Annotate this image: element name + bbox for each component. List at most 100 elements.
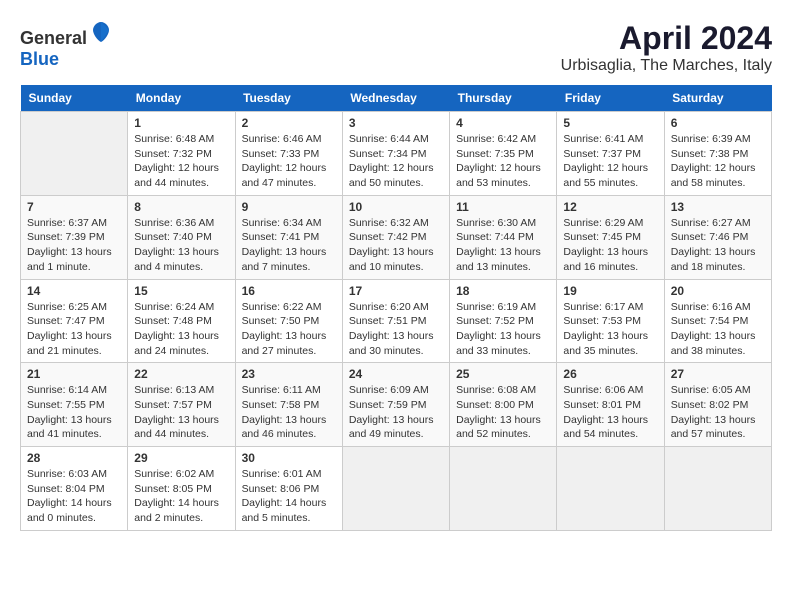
calendar-cell xyxy=(557,447,664,531)
day-info: Sunrise: 6:19 AM Sunset: 7:52 PM Dayligh… xyxy=(456,300,550,359)
calendar-cell: 16 Sunrise: 6:22 AM Sunset: 7:50 PM Dayli… xyxy=(235,279,342,363)
calendar-table: SundayMondayTuesdayWednesdayThursdayFrid… xyxy=(20,85,772,531)
calendar-week-row: 14 Sunrise: 6:25 AM Sunset: 7:47 PM Dayli… xyxy=(21,279,772,363)
calendar-cell: 26 Sunrise: 6:06 AM Sunset: 8:01 PM Dayli… xyxy=(557,363,664,447)
day-number: 9 xyxy=(242,200,336,214)
day-info: Sunrise: 6:13 AM Sunset: 7:57 PM Dayligh… xyxy=(134,383,228,442)
calendar-cell: 25 Sunrise: 6:08 AM Sunset: 8:00 PM Dayli… xyxy=(450,363,557,447)
day-info: Sunrise: 6:48 AM Sunset: 7:32 PM Dayligh… xyxy=(134,132,228,191)
day-number: 21 xyxy=(27,367,121,381)
day-number: 3 xyxy=(349,116,443,130)
day-info: Sunrise: 6:20 AM Sunset: 7:51 PM Dayligh… xyxy=(349,300,443,359)
calendar-cell: 13Sunrise: 6:27 AM Sunset: 7:46 PM Dayli… xyxy=(664,195,771,279)
day-info: Sunrise: 6:02 AM Sunset: 8:05 PM Dayligh… xyxy=(134,467,228,526)
day-info: Sunrise: 6:14 AM Sunset: 7:55 PM Dayligh… xyxy=(27,383,121,442)
day-number: 24 xyxy=(349,367,443,381)
calendar-cell xyxy=(342,447,449,531)
day-number: 7 xyxy=(27,200,121,214)
calendar-cell: 6 Sunrise: 6:39 AM Sunset: 7:38 PM Daylig… xyxy=(664,112,771,196)
calendar-cell: 27 Sunrise: 6:05 AM Sunset: 8:02 PM Dayli… xyxy=(664,363,771,447)
day-info: Sunrise: 6:01 AM Sunset: 8:06 PM Dayligh… xyxy=(242,467,336,526)
day-number: 19 xyxy=(563,284,657,298)
calendar-cell: 11Sunrise: 6:30 AM Sunset: 7:44 PM Dayli… xyxy=(450,195,557,279)
day-info: Sunrise: 6:29 AM Sunset: 7:45 PM Dayligh… xyxy=(563,216,657,275)
calendar-cell: 14 Sunrise: 6:25 AM Sunset: 7:47 PM Dayli… xyxy=(21,279,128,363)
header: General Blue April 2024 Urbisaglia, The … xyxy=(20,20,772,75)
day-number: 27 xyxy=(671,367,765,381)
day-number: 23 xyxy=(242,367,336,381)
calendar-week-row: 7 Sunrise: 6:37 AM Sunset: 7:39 PM Daylig… xyxy=(21,195,772,279)
day-of-week-header: Saturday xyxy=(664,85,771,112)
day-number: 28 xyxy=(27,451,121,465)
day-of-week-header: Wednesday xyxy=(342,85,449,112)
day-info: Sunrise: 6:16 AM Sunset: 7:54 PM Dayligh… xyxy=(671,300,765,359)
calendar-week-row: 1 Sunrise: 6:48 AM Sunset: 7:32 PM Daylig… xyxy=(21,112,772,196)
calendar-cell: 10 Sunrise: 6:32 AM Sunset: 7:42 PM Dayli… xyxy=(342,195,449,279)
calendar-cell: 20Sunrise: 6:16 AM Sunset: 7:54 PM Dayli… xyxy=(664,279,771,363)
calendar-cell: 18 Sunrise: 6:19 AM Sunset: 7:52 PM Dayli… xyxy=(450,279,557,363)
subtitle: Urbisaglia, The Marches, Italy xyxy=(561,57,772,75)
day-info: Sunrise: 6:27 AM Sunset: 7:46 PM Dayligh… xyxy=(671,216,765,275)
day-of-week-header: Monday xyxy=(128,85,235,112)
day-number: 18 xyxy=(456,284,550,298)
day-number: 29 xyxy=(134,451,228,465)
calendar-cell: 8 Sunrise: 6:36 AM Sunset: 7:40 PM Daylig… xyxy=(128,195,235,279)
day-info: Sunrise: 6:06 AM Sunset: 8:01 PM Dayligh… xyxy=(563,383,657,442)
day-number: 26 xyxy=(563,367,657,381)
calendar-cell: 21 Sunrise: 6:14 AM Sunset: 7:55 PM Dayli… xyxy=(21,363,128,447)
calendar-cell: 23Sunrise: 6:11 AM Sunset: 7:58 PM Dayli… xyxy=(235,363,342,447)
calendar-cell xyxy=(664,447,771,531)
logo: General Blue xyxy=(20,20,113,70)
main-title: April 2024 xyxy=(561,20,772,57)
day-info: Sunrise: 6:44 AM Sunset: 7:34 PM Dayligh… xyxy=(349,132,443,191)
day-number: 6 xyxy=(671,116,765,130)
day-info: Sunrise: 6:30 AM Sunset: 7:44 PM Dayligh… xyxy=(456,216,550,275)
day-number: 15 xyxy=(134,284,228,298)
calendar-cell: 7 Sunrise: 6:37 AM Sunset: 7:39 PM Daylig… xyxy=(21,195,128,279)
calendar-cell: 15Sunrise: 6:24 AM Sunset: 7:48 PM Dayli… xyxy=(128,279,235,363)
logo-general: General xyxy=(20,28,87,48)
day-number: 16 xyxy=(242,284,336,298)
calendar-cell: 2Sunrise: 6:46 AM Sunset: 7:33 PM Daylig… xyxy=(235,112,342,196)
day-number: 5 xyxy=(563,116,657,130)
day-number: 4 xyxy=(456,116,550,130)
calendar-cell: 22 Sunrise: 6:13 AM Sunset: 7:57 PM Dayli… xyxy=(128,363,235,447)
day-number: 1 xyxy=(134,116,228,130)
logo-blue: Blue xyxy=(20,49,59,69)
calendar-cell: 29 Sunrise: 6:02 AM Sunset: 8:05 PM Dayli… xyxy=(128,447,235,531)
day-number: 22 xyxy=(134,367,228,381)
day-number: 30 xyxy=(242,451,336,465)
day-of-week-header: Friday xyxy=(557,85,664,112)
calendar-week-row: 21 Sunrise: 6:14 AM Sunset: 7:55 PM Dayli… xyxy=(21,363,772,447)
day-info: Sunrise: 6:32 AM Sunset: 7:42 PM Dayligh… xyxy=(349,216,443,275)
calendar-cell: 4 Sunrise: 6:42 AM Sunset: 7:35 PM Daylig… xyxy=(450,112,557,196)
day-info: Sunrise: 6:05 AM Sunset: 8:02 PM Dayligh… xyxy=(671,383,765,442)
day-info: Sunrise: 6:36 AM Sunset: 7:40 PM Dayligh… xyxy=(134,216,228,275)
day-info: Sunrise: 6:41 AM Sunset: 7:37 PM Dayligh… xyxy=(563,132,657,191)
day-info: Sunrise: 6:09 AM Sunset: 7:59 PM Dayligh… xyxy=(349,383,443,442)
title-area: April 2024 Urbisaglia, The Marches, Ital… xyxy=(561,20,772,75)
day-number: 8 xyxy=(134,200,228,214)
day-info: Sunrise: 6:22 AM Sunset: 7:50 PM Dayligh… xyxy=(242,300,336,359)
calendar-week-row: 28 Sunrise: 6:03 AM Sunset: 8:04 PM Dayli… xyxy=(21,447,772,531)
day-number: 25 xyxy=(456,367,550,381)
day-info: Sunrise: 6:37 AM Sunset: 7:39 PM Dayligh… xyxy=(27,216,121,275)
day-info: Sunrise: 6:08 AM Sunset: 8:00 PM Dayligh… xyxy=(456,383,550,442)
calendar-cell: 9 Sunrise: 6:34 AM Sunset: 7:41 PM Daylig… xyxy=(235,195,342,279)
calendar-cell: 19Sunrise: 6:17 AM Sunset: 7:53 PM Dayli… xyxy=(557,279,664,363)
day-info: Sunrise: 6:39 AM Sunset: 7:38 PM Dayligh… xyxy=(671,132,765,191)
logo-icon xyxy=(89,20,113,44)
calendar-cell: 28 Sunrise: 6:03 AM Sunset: 8:04 PM Dayli… xyxy=(21,447,128,531)
day-info: Sunrise: 6:34 AM Sunset: 7:41 PM Dayligh… xyxy=(242,216,336,275)
day-number: 2 xyxy=(242,116,336,130)
day-info: Sunrise: 6:25 AM Sunset: 7:47 PM Dayligh… xyxy=(27,300,121,359)
day-number: 14 xyxy=(27,284,121,298)
day-number: 17 xyxy=(349,284,443,298)
day-of-week-header: Sunday xyxy=(21,85,128,112)
calendar-cell: 5 Sunrise: 6:41 AM Sunset: 7:37 PM Daylig… xyxy=(557,112,664,196)
day-info: Sunrise: 6:03 AM Sunset: 8:04 PM Dayligh… xyxy=(27,467,121,526)
calendar-cell: 12 Sunrise: 6:29 AM Sunset: 7:45 PM Dayli… xyxy=(557,195,664,279)
day-info: Sunrise: 6:42 AM Sunset: 7:35 PM Dayligh… xyxy=(456,132,550,191)
day-number: 12 xyxy=(563,200,657,214)
day-number: 10 xyxy=(349,200,443,214)
